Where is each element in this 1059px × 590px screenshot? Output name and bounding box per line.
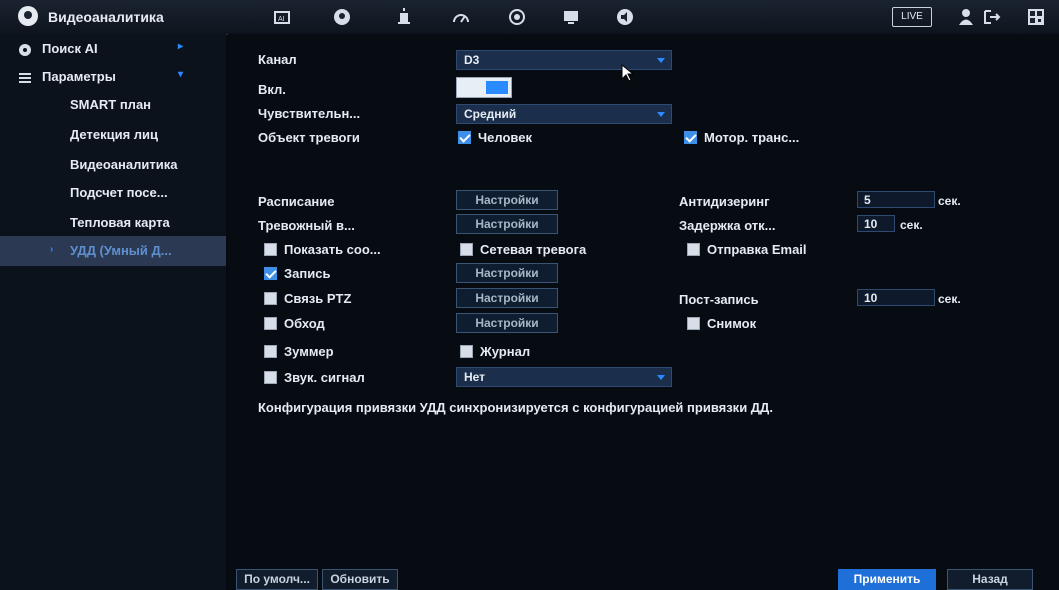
top-bar: Видеоаналитика AI LIVE bbox=[0, 0, 1059, 35]
snapshot-label: Снимок bbox=[707, 316, 757, 331]
sound-checkbox[interactable] bbox=[264, 371, 277, 384]
sidebar-item-label: Тепловая карта bbox=[70, 215, 170, 230]
buzzer-label: Зуммер bbox=[284, 344, 334, 359]
delay-input[interactable]: 10 bbox=[857, 215, 895, 232]
delay-label: Задержка отк... bbox=[679, 218, 776, 233]
vehicle-label: Мотор. транс... bbox=[704, 130, 800, 145]
tour-checkbox[interactable] bbox=[264, 317, 277, 330]
show-message-label: Показать соо... bbox=[284, 242, 381, 257]
network-alarm-label: Сетевая тревога bbox=[480, 242, 587, 257]
back-button[interactable]: Назад bbox=[947, 569, 1033, 590]
audio-icon[interactable] bbox=[614, 6, 636, 28]
record-icon[interactable] bbox=[506, 6, 528, 28]
sound-select[interactable]: Нет bbox=[456, 367, 672, 387]
default-button[interactable]: По умолч... bbox=[236, 569, 318, 590]
chevron-right-icon: › bbox=[50, 244, 54, 255]
ptz-settings-button[interactable]: Настройки bbox=[456, 288, 558, 308]
mouse-cursor-icon bbox=[621, 64, 634, 82]
antidither-label: Антидизеринг bbox=[679, 194, 770, 209]
show-message-checkbox[interactable] bbox=[264, 243, 277, 256]
post-record-label: Пост-запись bbox=[679, 292, 759, 307]
buzzer-checkbox[interactable] bbox=[264, 345, 277, 358]
tour-label: Обход bbox=[284, 316, 325, 331]
sidebar-item-parameters[interactable]: Параметры ▾ bbox=[0, 62, 226, 92]
sidebar-item-label: Подсчет посе... bbox=[70, 185, 168, 200]
enable-label: Вкл. bbox=[258, 82, 286, 97]
ptz-checkbox[interactable] bbox=[264, 292, 277, 305]
sync-note: Конфигурация привязки УДД синхронизирует… bbox=[258, 400, 773, 415]
antidither-unit: сек. bbox=[938, 194, 961, 208]
sidebar-item-label: SMART план bbox=[70, 97, 152, 112]
sidebar-item-label: Поиск AI bbox=[42, 41, 98, 56]
sensitivity-label: Чувствительн... bbox=[258, 106, 361, 121]
toggle-knob bbox=[486, 81, 508, 94]
app-title: Видеоаналитика bbox=[48, 9, 164, 25]
snapshot-checkbox[interactable] bbox=[687, 317, 700, 330]
list-icon bbox=[19, 73, 31, 83]
sidebar-item-heat-map[interactable]: Тепловая карта bbox=[0, 208, 226, 238]
sidebar-item-smart-motion[interactable]: › УДД (Умный Д... bbox=[0, 236, 226, 266]
post-record-unit: сек. bbox=[938, 292, 961, 306]
sidebar-item-label: Детекция лиц bbox=[70, 127, 159, 142]
caret-down-icon bbox=[657, 375, 665, 380]
search-icon bbox=[19, 44, 31, 56]
caret-down-icon bbox=[657, 112, 665, 117]
alarm-out-settings-button[interactable]: Настройки bbox=[456, 214, 558, 234]
user-icon[interactable] bbox=[955, 6, 977, 28]
refresh-button[interactable]: Обновить bbox=[322, 569, 398, 590]
sidebar-item-smart-plan[interactable]: SMART план bbox=[0, 90, 226, 120]
channel-value: D3 bbox=[464, 53, 480, 67]
tour-settings-button[interactable]: Настройки bbox=[456, 313, 558, 333]
alarm-target-label: Объект тревоги bbox=[258, 130, 360, 145]
sidebar-item-ai-search[interactable]: Поиск AI ▸ bbox=[0, 34, 226, 64]
email-label: Отправка Email bbox=[707, 242, 807, 257]
svg-text:AI: AI bbox=[278, 16, 285, 23]
performance-icon[interactable] bbox=[450, 6, 472, 28]
channel-select[interactable]: D3 bbox=[456, 50, 672, 70]
face-icon[interactable] bbox=[331, 6, 353, 28]
caret-down-icon bbox=[657, 58, 665, 63]
alarm-out-label: Тревожный в... bbox=[258, 218, 355, 233]
chevron-down-icon: ▾ bbox=[178, 69, 184, 80]
sound-label: Звук. сигнал bbox=[284, 370, 365, 385]
chevron-right-icon: ▸ bbox=[178, 41, 184, 52]
email-checkbox[interactable] bbox=[687, 243, 700, 256]
alarm-icon[interactable] bbox=[393, 6, 415, 28]
logout-icon[interactable] bbox=[982, 6, 1004, 28]
human-label: Человек bbox=[478, 130, 532, 145]
log-checkbox[interactable] bbox=[460, 345, 473, 358]
apply-button[interactable]: Применить bbox=[838, 569, 936, 590]
sidebar-item-face-detection[interactable]: Детекция лиц bbox=[0, 120, 226, 150]
main-panel: Канал D3 Вкл. Чувствительн... Средний Об… bbox=[228, 34, 1059, 590]
network-alarm-checkbox[interactable] bbox=[460, 243, 473, 256]
schedule-label: Расписание bbox=[258, 194, 335, 209]
enable-toggle[interactable] bbox=[456, 77, 512, 98]
sidebar: Поиск AI ▸ Параметры ▾ SMART план Детекц… bbox=[0, 34, 226, 590]
schedule-settings-button[interactable]: Настройки bbox=[456, 190, 558, 210]
live-button[interactable]: LIVE bbox=[892, 7, 932, 27]
record-settings-button[interactable]: Настройки bbox=[456, 263, 558, 283]
sidebar-item-label: Видеоаналитика bbox=[70, 157, 178, 172]
sound-value: Нет bbox=[464, 370, 486, 384]
sidebar-item-label: УДД (Умный Д... bbox=[70, 243, 172, 258]
delay-unit: сек. bbox=[900, 218, 923, 232]
sensitivity-value: Средний bbox=[464, 107, 517, 121]
sensitivity-select[interactable]: Средний bbox=[456, 104, 672, 124]
qr-code-icon[interactable] bbox=[1025, 6, 1047, 28]
display-icon[interactable] bbox=[560, 6, 582, 28]
vehicle-checkbox[interactable] bbox=[684, 131, 697, 144]
ai-icon[interactable]: AI bbox=[271, 6, 293, 28]
record-checkbox[interactable] bbox=[264, 267, 277, 280]
ptz-label: Связь PTZ bbox=[284, 291, 352, 306]
sidebar-item-people-counting[interactable]: Подсчет посе... bbox=[0, 178, 226, 208]
sidebar-item-video-analytics[interactable]: Видеоаналитика bbox=[0, 150, 226, 180]
record-label: Запись bbox=[284, 266, 331, 281]
sidebar-item-label: Параметры bbox=[42, 69, 116, 84]
channel-label: Канал bbox=[258, 52, 297, 67]
log-label: Журнал bbox=[480, 344, 531, 359]
ai-brain-icon bbox=[18, 6, 38, 26]
post-record-input[interactable]: 10 bbox=[857, 289, 935, 306]
antidither-input[interactable]: 5 bbox=[857, 191, 935, 208]
human-checkbox[interactable] bbox=[458, 131, 471, 144]
